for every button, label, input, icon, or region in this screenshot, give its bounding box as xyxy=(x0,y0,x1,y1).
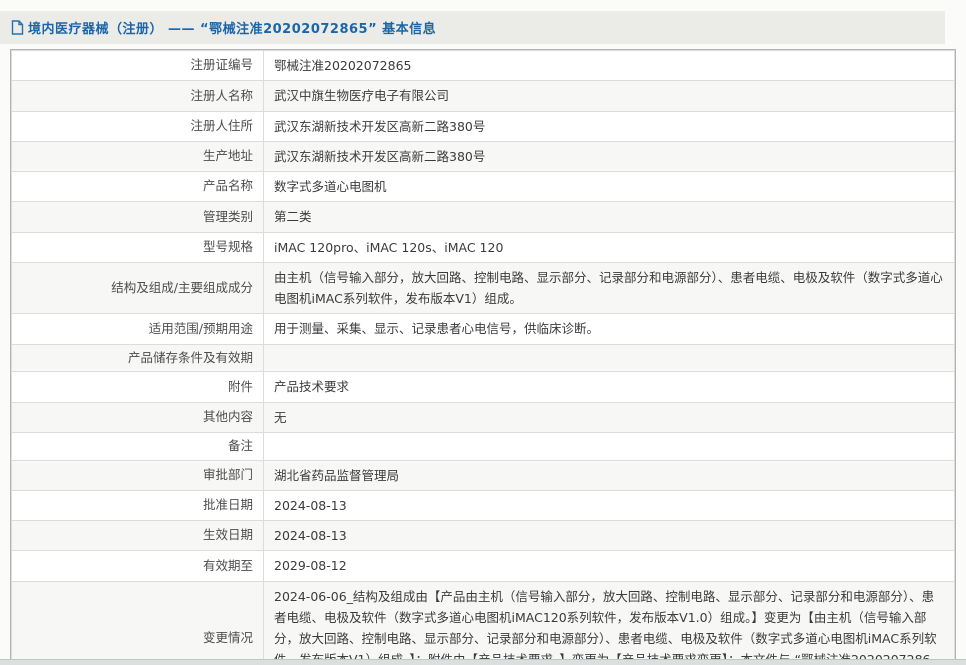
label-approval-date: 批准日期 xyxy=(11,489,264,522)
table-row: 结构及组成/主要组成成分 由主机（信号输入部分，放大回路、控制电路、显示部分、记… xyxy=(11,261,955,315)
label-expiry-date: 有效期至 xyxy=(11,550,264,582)
label-model-spec: 型号规格 xyxy=(11,231,264,263)
label-production-address: 生产地址 xyxy=(11,140,264,173)
table-row: 产品储存条件及有效期 xyxy=(11,343,955,373)
value-storage-conditions xyxy=(263,343,955,373)
label-effective-date: 生效日期 xyxy=(11,519,264,552)
label-registrant-address: 注册人住所 xyxy=(11,110,264,142)
value-expiry-date: 2029-08-12 xyxy=(263,550,955,582)
value-structure-composition: 由主机（信号输入部分，放大回路、控制电路、显示部分、记录部分和电源部分）、患者电… xyxy=(263,261,955,315)
table-row: 生效日期 2024-08-13 xyxy=(11,519,955,552)
label-registration-cert-number: 注册证编号 xyxy=(11,49,264,82)
table-row: 有效期至 2029-08-12 xyxy=(11,550,955,582)
label-product-name: 产品名称 xyxy=(11,170,264,203)
table-row: 备注 xyxy=(11,431,955,461)
table-row: 适用范围/预期用途 用于测量、采集、显示、记录患者心电信号，供临床诊断。 xyxy=(11,313,955,345)
table-row: 型号规格 iMAC 120pro、iMAC 120s、iMAC 120 xyxy=(11,231,955,263)
table-row: 注册人名称 武汉中旗生物医疗电子有限公司 xyxy=(11,80,955,112)
label-attachment: 附件 xyxy=(11,371,264,403)
label-remarks: 备注 xyxy=(11,431,264,461)
value-attachment: 产品技术要求 xyxy=(263,371,955,403)
table-row: 生产地址 武汉东湖新技术开发区高新二路380号 xyxy=(11,140,955,173)
label-intended-use: 适用范围/预期用途 xyxy=(11,313,264,345)
value-approval-department: 湖北省药品监督管理局 xyxy=(263,459,955,491)
value-production-address: 武汉东湖新技术开发区高新二路380号 xyxy=(263,140,955,173)
label-change-history: 变更情况 xyxy=(11,580,264,665)
value-registration-cert-number: 鄂械注准20202072865 xyxy=(263,49,955,82)
table-row: 附件 产品技术要求 xyxy=(11,371,955,403)
value-other-content: 无 xyxy=(263,401,955,433)
page-header: 境内医疗器械（注册） —— “鄂械注准20202072865” 基本信息 xyxy=(0,11,945,44)
label-approval-department: 审批部门 xyxy=(11,459,264,491)
value-intended-use: 用于测量、采集、显示、记录患者心电信号，供临床诊断。 xyxy=(263,313,955,345)
value-model-spec: iMAC 120pro、iMAC 120s、iMAC 120 xyxy=(263,231,955,263)
value-registrant-address: 武汉东湖新技术开发区高新二路380号 xyxy=(263,110,955,142)
footer-strip xyxy=(0,659,966,665)
value-change-history: 2024-06-06_结构及组成由【产品由主机（信号输入部分，放大回路、控制电路… xyxy=(263,580,955,665)
value-approval-date: 2024-08-13 xyxy=(263,489,955,522)
value-product-name: 数字式多道心电图机 xyxy=(263,170,955,203)
value-management-category: 第二类 xyxy=(263,201,955,233)
table-row: 审批部门 湖北省药品监督管理局 xyxy=(11,459,955,491)
document-icon xyxy=(11,20,24,35)
table-row: 产品名称 数字式多道心电图机 xyxy=(11,170,955,203)
table-row: 注册证编号 鄂械注准20202072865 xyxy=(11,49,955,82)
label-structure-composition: 结构及组成/主要组成成分 xyxy=(11,261,264,315)
table-row: 批准日期 2024-08-13 xyxy=(11,489,955,522)
label-other-content: 其他内容 xyxy=(11,401,264,433)
table-row: 注册人住所 武汉东湖新技术开发区高新二路380号 xyxy=(11,110,955,142)
table-row: 管理类别 第二类 xyxy=(11,201,955,233)
table-row: 其他内容 无 xyxy=(11,401,955,433)
label-registrant-name: 注册人名称 xyxy=(11,80,264,112)
label-storage-conditions: 产品储存条件及有效期 xyxy=(11,343,264,373)
value-effective-date: 2024-08-13 xyxy=(263,519,955,552)
registration-info-table: 注册证编号 鄂械注准20202072865 注册人名称 武汉中旗生物医疗电子有限… xyxy=(10,49,956,665)
table-row: 变更情况 2024-06-06_结构及组成由【产品由主机（信号输入部分，放大回路… xyxy=(11,580,955,665)
page-title: 境内医疗器械（注册） —— “鄂械注准20202072865” 基本信息 xyxy=(28,22,437,37)
label-management-category: 管理类别 xyxy=(11,201,264,233)
value-registrant-name: 武汉中旗生物医疗电子有限公司 xyxy=(263,80,955,112)
value-remarks xyxy=(263,431,955,461)
